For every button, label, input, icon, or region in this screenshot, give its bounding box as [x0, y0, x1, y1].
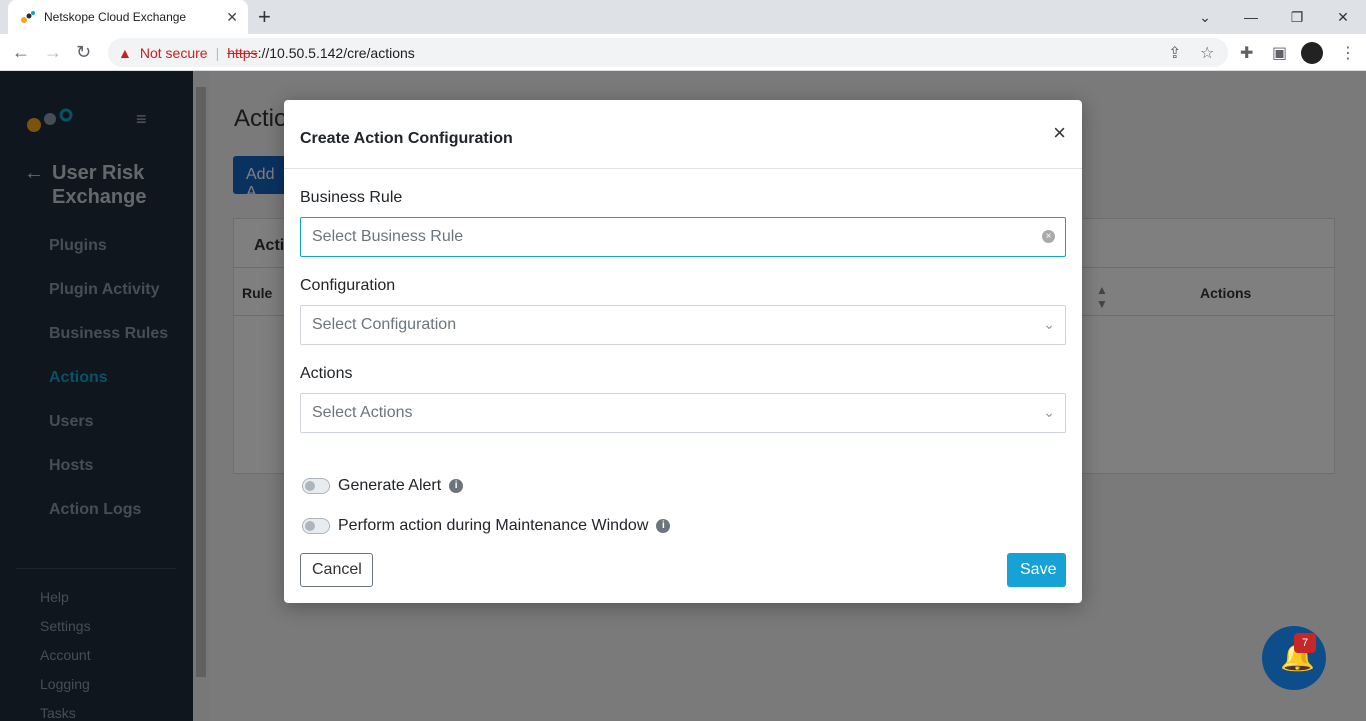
browser-tab[interactable]: Netskope Cloud Exchange ✕	[8, 0, 248, 34]
not-secure-label: Not secure	[139, 44, 208, 61]
window-close-icon[interactable]: ✕	[1320, 0, 1366, 34]
tab-search-icon[interactable]: ⌄	[1182, 0, 1228, 34]
browser-tab-strip: Netskope Cloud Exchange ✕ + ⌄ — ❐ ✕	[0, 0, 1366, 34]
business-rule-placeholder: Select Business Rule	[312, 228, 464, 245]
maintenance-window-toggle[interactable]	[302, 518, 330, 534]
configuration-placeholder: Select Configuration	[312, 316, 457, 333]
tab-close-icon[interactable]: ✕	[226, 9, 238, 26]
forward-arrow-icon[interactable]: →	[44, 42, 62, 63]
cancel-button[interactable]: Cancel	[300, 553, 373, 587]
generate-alert-label: Generate Alert	[338, 477, 442, 494]
bookmark-star-icon[interactable]: ☆	[1200, 43, 1214, 63]
profile-avatar[interactable]	[1301, 42, 1323, 64]
url-scheme: https	[227, 44, 258, 61]
browser-menu-icon[interactable]: ⋮	[1340, 43, 1356, 63]
back-arrow-icon[interactable]: ←	[12, 42, 30, 63]
notifications-button[interactable]: 🔔 7	[1262, 626, 1326, 690]
generate-alert-toggle[interactable]	[302, 478, 330, 494]
configuration-select[interactable]: Select Configuration ⌄	[300, 305, 1066, 345]
create-action-modal: Create Action Configuration × Business R…	[284, 100, 1082, 603]
generate-alert-row: Generate Alert i	[302, 477, 464, 495]
info-icon[interactable]: i	[449, 479, 464, 493]
actions-label: Actions	[300, 365, 353, 382]
side-panel-icon[interactable]: ▣	[1272, 43, 1287, 63]
business-rule-select[interactable]: Select Business Rule ×	[300, 217, 1066, 257]
url-text: ://10.50.5.142/cre/actions	[257, 44, 415, 61]
tab-title: Netskope Cloud Exchange	[44, 10, 187, 24]
info-icon[interactable]: i	[656, 519, 671, 533]
new-tab-icon[interactable]: +	[258, 4, 271, 30]
netskope-favicon-icon	[21, 11, 35, 23]
chevron-down-icon: ⌄	[1043, 316, 1055, 332]
actions-placeholder: Select Actions	[312, 404, 413, 421]
warning-icon: ▲	[118, 44, 132, 61]
clear-icon[interactable]: ×	[1042, 230, 1055, 243]
minimize-icon[interactable]: —	[1228, 0, 1274, 34]
business-rule-label: Business Rule	[300, 189, 403, 206]
close-icon[interactable]: ×	[1053, 120, 1066, 146]
maintenance-window-label: Perform action during Maintenance Window	[338, 517, 649, 534]
maintenance-window-row: Perform action during Maintenance Window…	[302, 517, 671, 535]
browser-toolbar: ← → ↻ ▲ Not secure | https://10.50.5.142…	[0, 34, 1366, 71]
configuration-label: Configuration	[300, 277, 396, 294]
save-button[interactable]: Save	[1007, 553, 1066, 587]
address-bar[interactable]: ▲ Not secure | https://10.50.5.142/cre/a…	[108, 38, 1228, 67]
share-icon[interactable]: ⇪	[1168, 43, 1181, 63]
reload-icon[interactable]: ↻	[76, 42, 91, 63]
extensions-puzzle-icon[interactable]: ✚	[1240, 43, 1253, 63]
chevron-down-icon: ⌄	[1043, 404, 1055, 420]
modal-title: Create Action Configuration	[300, 130, 513, 147]
restore-icon[interactable]: ❐	[1274, 0, 1320, 34]
actions-select[interactable]: Select Actions ⌄	[300, 393, 1066, 433]
notification-count-badge: 7	[1294, 633, 1316, 653]
